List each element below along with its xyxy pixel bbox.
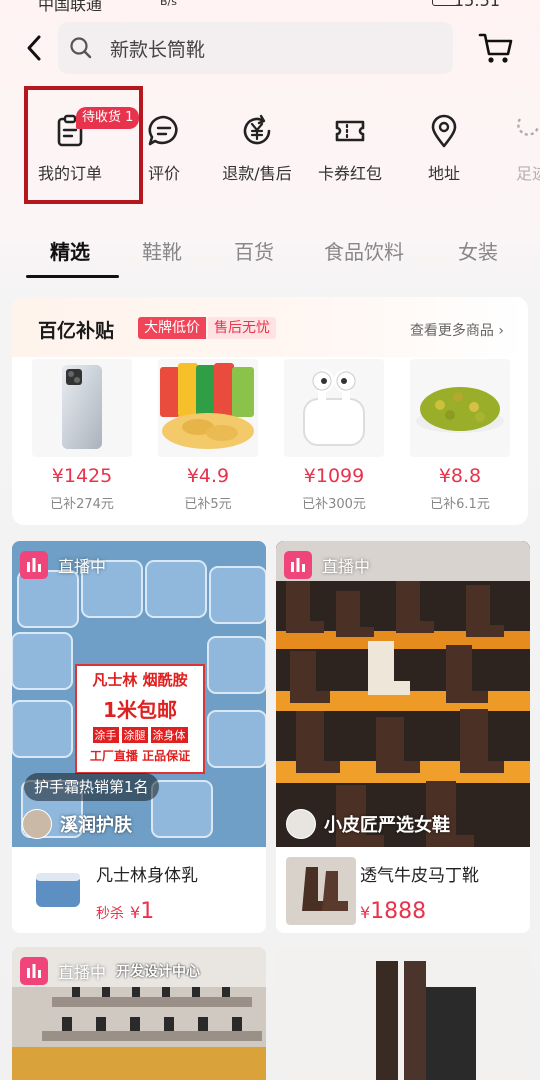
tab-food-drinks[interactable]: 食品饮料 (324, 236, 404, 265)
view-more-link[interactable]: 查看更多商品 › (410, 320, 504, 340)
product-image (410, 359, 510, 457)
product-image (284, 359, 384, 457)
tab-womens-wear[interactable]: 女装 (458, 236, 498, 265)
shop-name: 溪润护肤 (60, 815, 132, 836)
tab-featured[interactable]: 精选 (50, 236, 90, 265)
live-card[interactable]: 凡士林 烟酰胺 1米包邮 涂手 涂腿 涂身体 工厂直播 正品保证 直播中 护手霜… (12, 541, 266, 933)
subsidy-product[interactable]: ¥4.9 已补5元 (158, 359, 258, 519)
quick-item-address[interactable]: 地址 (394, 100, 494, 210)
shop-info: 小皮匠严选女鞋 (286, 809, 450, 839)
product-price: 秒杀 ¥1 (96, 899, 155, 924)
subsidy-product[interactable]: ¥1099 已补300元 (284, 359, 384, 519)
live-card[interactable]: 开发设计中心 直播中 (12, 947, 266, 1080)
product-price: ¥8.8 (438, 465, 482, 487)
tag-low-price: 大牌低价 (138, 317, 206, 339)
category-tabs: 精选 鞋靴 百货 食品饮料 女装 (0, 222, 540, 282)
live-badge: 直播中 (20, 957, 106, 985)
cart-button[interactable] (476, 30, 516, 66)
cart-icon (478, 33, 513, 63)
avatar (22, 809, 52, 839)
live-bars-icon (20, 957, 48, 985)
live-cover: 直播中 小皮匠严选女鞋 (276, 541, 530, 847)
clock: 15:51 (453, 0, 500, 10)
tag-after-sale: 售后无忧 (208, 317, 276, 339)
quick-item-label: 卡券红包 (317, 164, 382, 183)
shop-info: 溪润护肤 (22, 809, 132, 839)
live-badge: 直播中 (284, 551, 370, 579)
live-badge: 直播中 (20, 551, 106, 579)
product-subsidy: 已补5元 (184, 497, 232, 512)
shop-name: 小皮匠严选女鞋 (324, 815, 450, 836)
back-button[interactable] (18, 32, 50, 64)
search-input[interactable]: 新款长筒靴 (58, 22, 453, 74)
coupon-icon (335, 120, 365, 142)
product-subsidy: 已补6.1元 (430, 497, 490, 512)
comment-icon (148, 115, 178, 146)
tab-general-goods[interactable]: 百货 (234, 236, 274, 265)
product-thumbnail (22, 857, 92, 925)
subsidy-card[interactable]: 百亿补贴 大牌低价 售后无忧 查看更多商品 › ¥1425 已补274元 ¥4.… (12, 297, 528, 525)
promo-sign: 凡士林 烟酰胺 1米包邮 涂手 涂腿 涂身体 工厂直播 正品保证 (89, 671, 191, 763)
product-title: 透气牛皮马丁靴 (360, 866, 479, 886)
product-price: ¥1425 (51, 465, 113, 487)
product-price: ¥4.9 (186, 465, 230, 487)
product-price: ¥1888 (360, 899, 427, 924)
live-cover: 开发设计中心 直播中 (12, 947, 266, 1080)
search-query: 新款长筒靴 (110, 39, 206, 61)
live-cover: 凡士林 烟酰胺 1米包邮 涂手 涂腿 涂身体 工厂直播 正品保证 直播中 护手霜… (12, 541, 266, 847)
avatar (286, 809, 316, 839)
carrier-label: 中国联通 (38, 0, 103, 12)
product-title: 凡士林身体乳 (96, 866, 198, 886)
quick-item-label: 地址 (427, 164, 460, 183)
subsidy-brand: 百亿补贴 (38, 320, 115, 342)
annotation-highlight-box (24, 86, 143, 204)
refund-yen-icon (243, 114, 271, 145)
subsidy-product[interactable]: ¥1425 已补274元 (32, 359, 132, 519)
quick-item-label: 足迹 (516, 164, 540, 183)
quick-item-label: 退款/售后 (222, 164, 292, 183)
tab-active-indicator (26, 275, 119, 278)
live-card[interactable]: 直播中 小皮匠严选女鞋 透气牛皮马丁靴 ¥1888 (276, 541, 530, 933)
footprint-icon (517, 118, 540, 136)
live-cover (276, 947, 530, 1080)
product-image (32, 359, 132, 457)
live-bars-icon (20, 551, 48, 579)
quick-item-refunds[interactable]: 退款/售后 (207, 100, 307, 210)
search-icon (70, 37, 92, 59)
store-sign-text: 开发设计中心 (116, 964, 200, 980)
chevron-left-icon (27, 35, 41, 61)
status-bar: 中国联通 B/s 15:51 (0, 0, 540, 12)
product-subsidy: 已补274元 (50, 497, 114, 512)
flash-sale-label: 秒杀 (96, 906, 124, 922)
product-thumbnail (286, 857, 356, 925)
network-speed: B/s (160, 0, 177, 8)
product-price: ¥1099 (303, 465, 365, 487)
live-card[interactable] (276, 947, 530, 1080)
product-image (158, 359, 258, 457)
product-subsidy: 已补300元 (302, 497, 366, 512)
quick-item-footprints[interactable]: 足迹 (490, 100, 540, 210)
subsidy-product[interactable]: ¥8.8 已补6.1元 (410, 359, 510, 519)
quick-item-coupons[interactable]: 卡券红包 (300, 100, 400, 210)
ranking-tag: 护手霜热销第1名 (24, 773, 159, 801)
location-pin-icon (431, 114, 457, 148)
tab-shoes[interactable]: 鞋靴 (142, 236, 182, 265)
live-bars-icon (284, 551, 312, 579)
